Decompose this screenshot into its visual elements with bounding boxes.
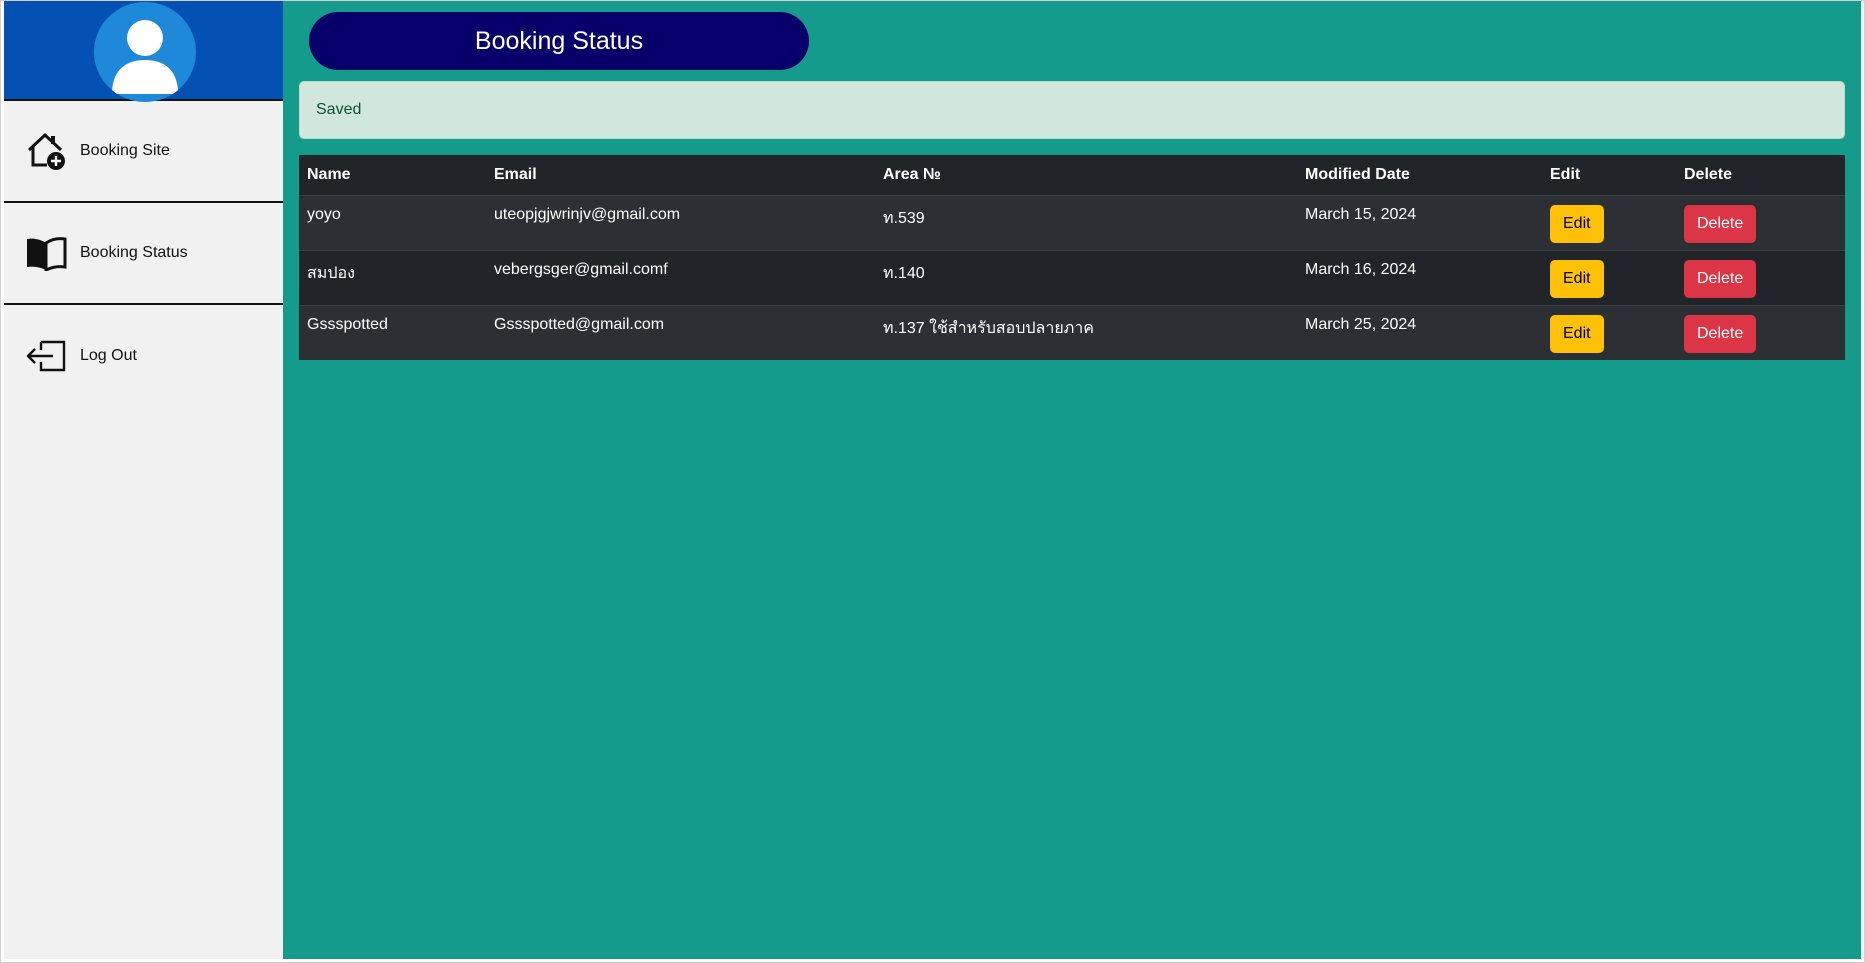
table-row: yoyo uteopjgjwrinjv@gmail.com ท.539 Marc… [299,194,1845,250]
cell-name: yoyo [299,194,486,250]
book-icon [24,231,68,275]
page-title: Booking Status [309,12,809,70]
main-content: Booking Status Saved Name Email Area № M… [283,1,1861,959]
cell-email: Gssspotted@gmail.com [486,304,875,360]
cell-name: Gssspotted [299,304,486,360]
edit-button[interactable]: Edit [1550,259,1604,298]
logout-icon [24,334,68,378]
delete-button[interactable]: Delete [1684,314,1757,353]
edit-button[interactable]: Edit [1550,204,1604,243]
column-header-name: Name [299,155,486,196]
sidebar-item-booking-status[interactable]: Booking Status [4,203,283,305]
sidebar-item-label: Booking Status [80,244,188,261]
table-header-row: Name Email Area № Modified Date Edit Del… [299,155,1845,196]
column-header-delete: Delete [1676,155,1845,196]
column-header-edit: Edit [1542,155,1676,196]
cell-area: ท.539 [875,194,1297,250]
cell-edit: Edit [1542,249,1676,305]
cell-edit: Edit [1542,304,1676,360]
cell-email: vebergsger@gmail.comf [486,249,875,305]
table-row: Gssspotted Gssspotted@gmail.com ท.137 ใช… [299,304,1845,360]
cell-area: ท.137 ใช้สำหรับสอบปลายภาค [875,304,1297,360]
sidebar-item-label: Booking Site [80,142,170,159]
cell-delete: Delete [1676,304,1845,360]
cell-delete: Delete [1676,194,1845,250]
cell-date: March 16, 2024 [1297,249,1542,305]
cell-email: uteopjgjwrinjv@gmail.com [486,194,875,250]
delete-button[interactable]: Delete [1684,259,1757,298]
cell-date: March 15, 2024 [1297,194,1542,250]
sidebar-item-label: Log Out [80,347,137,364]
cell-delete: Delete [1676,249,1845,305]
cell-area: ท.140 [875,249,1297,305]
cell-date: March 25, 2024 [1297,304,1542,360]
sidebar: Booking Site Booking Status Log Out [4,1,283,959]
column-header-area: Area № [875,155,1297,196]
cell-edit: Edit [1542,194,1676,250]
column-header-modified-date: Modified Date [1297,155,1542,196]
sidebar-item-booking-site[interactable]: Booking Site [4,101,283,203]
edit-button[interactable]: Edit [1550,314,1604,353]
sidebar-header [4,1,283,102]
column-header-email: Email [486,155,875,196]
success-alert: Saved [299,81,1845,139]
cell-name: สมปอง [299,249,486,305]
house-add-icon [24,129,68,173]
user-avatar-icon [94,2,196,102]
bookings-table: Name Email Area № Modified Date Edit Del… [299,155,1845,360]
table-row: สมปอง vebergsger@gmail.comf ท.140 March … [299,249,1845,305]
sidebar-item-log-out[interactable]: Log Out [4,305,283,407]
delete-button[interactable]: Delete [1684,204,1757,243]
